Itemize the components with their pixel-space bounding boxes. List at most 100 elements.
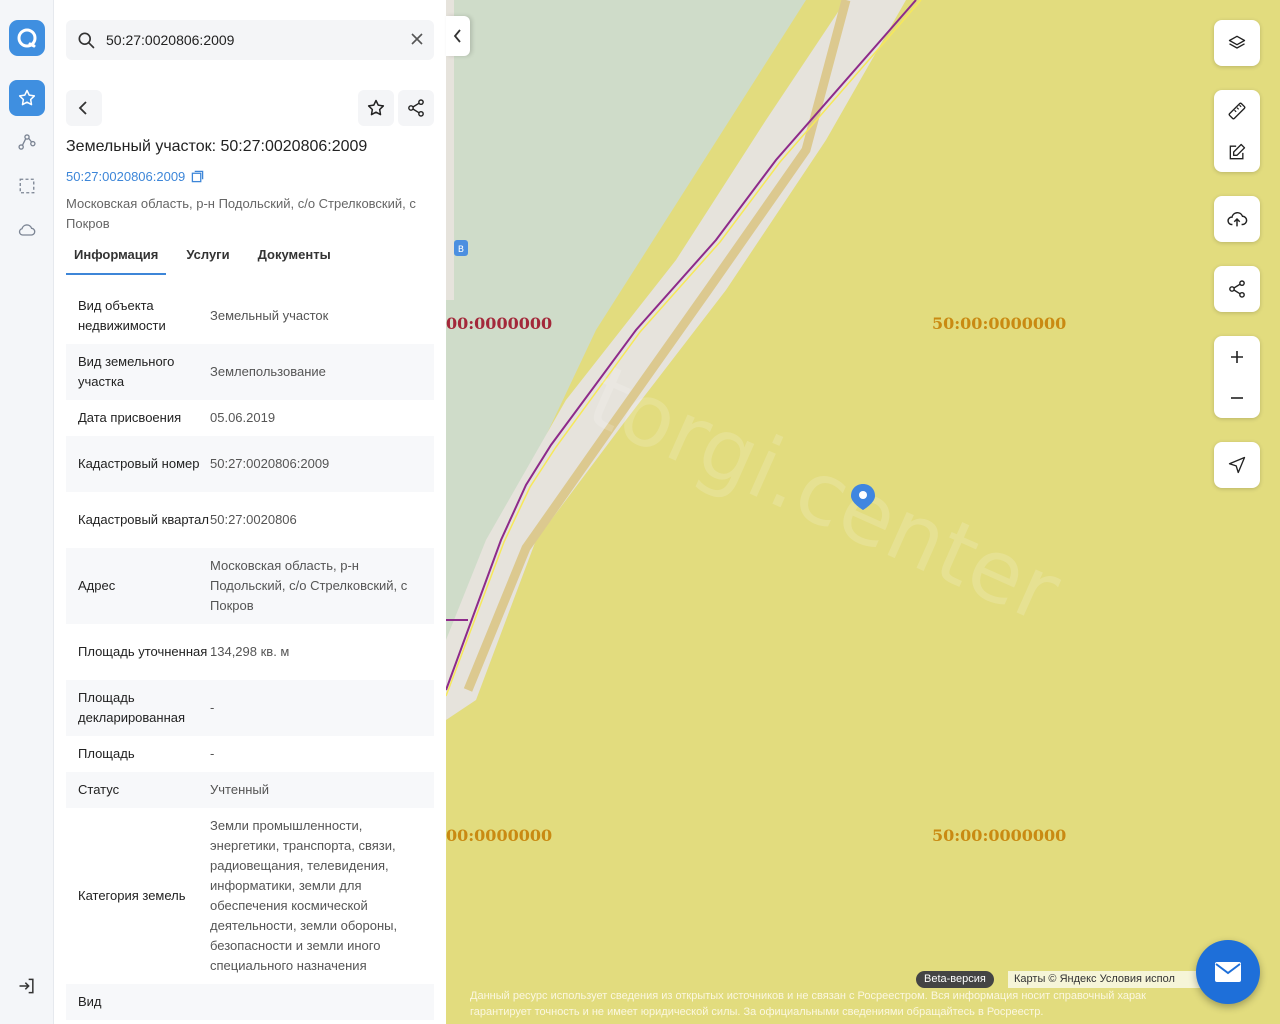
info-key: Дата присвоения <box>78 410 182 425</box>
info-value: Земли промышленности, энергетики, трансп… <box>210 818 398 973</box>
cadastral-label: 00:0000000 <box>446 314 553 333</box>
copy-icon[interactable] <box>191 170 204 183</box>
locate-control[interactable] <box>1214 442 1260 488</box>
info-key: Категория земель <box>78 888 186 903</box>
info-key: Площадь <box>78 746 135 761</box>
favorite-button[interactable] <box>358 90 394 126</box>
zoom-in-button[interactable] <box>1214 339 1260 375</box>
watermark-text: torgi.center <box>574 347 1074 643</box>
info-value: Учтенный <box>210 782 270 797</box>
disclaimer-text: Данный ресурс использует сведения из отк… <box>470 990 1146 1018</box>
edit-icon <box>1229 143 1246 159</box>
info-key: Вид <box>78 994 102 1009</box>
feedback-button[interactable] <box>1196 940 1260 1004</box>
info-row: Статус Учтенный <box>66 772 434 808</box>
svg-text:B: B <box>458 245 464 255</box>
info-value: 05.06.2019 <box>210 410 276 425</box>
info-value: 50:27:0020806 <box>210 512 297 527</box>
logout-button[interactable] <box>9 968 45 1004</box>
selection-nav-button[interactable] <box>9 168 45 204</box>
info-key: Вид земельного участка <box>78 354 175 389</box>
upload-control[interactable] <box>1214 196 1260 242</box>
map-view[interactable]: B torgi.center 00:0000000 50:00:0000000 … <box>446 0 1280 1024</box>
route-icon <box>18 134 36 150</box>
app-logo-icon[interactable] <box>9 20 45 56</box>
info-key: Кадастровый номер <box>78 456 200 471</box>
zoom-in-icon <box>1231 350 1243 363</box>
cadastral-label: 00:0000000 <box>446 826 553 845</box>
share-icon <box>408 99 424 117</box>
favorites-nav-button[interactable] <box>9 80 45 116</box>
info-key: Адрес <box>78 578 116 593</box>
chevron-left-icon <box>453 29 461 43</box>
info-row: Кадастровый номер 50:27:0020806:2009 <box>66 436 434 492</box>
info-value: Землепользование <box>210 364 326 379</box>
share-button[interactable] <box>398 90 434 126</box>
info-key: Кадастровый квартал <box>78 512 209 527</box>
cadastral-number-link[interactable]: 50:27:0020806:2009 <box>66 169 204 184</box>
upload-button[interactable] <box>1214 201 1260 237</box>
layers-button[interactable] <box>1214 25 1260 61</box>
search-input[interactable] <box>106 20 396 60</box>
object-info-panel: Земельный участок: 50:27:0020806:2009 50… <box>54 0 446 1024</box>
ruler-icon <box>1228 102 1246 119</box>
layers-icon <box>1228 35 1246 49</box>
info-key: Вид объекта недвижимости <box>78 298 166 333</box>
info-row: Вид земельного участка Землепользование <box>66 344 434 400</box>
info-key: Площадь декларированная <box>78 690 186 725</box>
share-control[interactable] <box>1214 266 1260 312</box>
zoom-out-icon <box>1231 396 1243 399</box>
tab-documents[interactable]: Документы <box>250 240 339 275</box>
share-icon <box>1229 280 1245 298</box>
info-row: Категория земель Земли промышленности, эн… <box>66 808 434 984</box>
clear-search-icon[interactable] <box>410 32 424 46</box>
info-value: - <box>210 746 215 761</box>
layers-control[interactable] <box>1214 20 1260 66</box>
info-value: 50:27:0020806:2009 <box>210 456 330 471</box>
collapse-panel-button[interactable] <box>446 16 470 56</box>
zoom-control <box>1214 336 1260 418</box>
cloud-nav-button[interactable] <box>9 212 45 248</box>
beta-badge: Beta-версия <box>916 971 994 988</box>
info-row: Площадь - <box>66 736 434 772</box>
info-row: Дата присвоения 05.06.2019 <box>66 400 434 436</box>
route-nav-button[interactable] <box>9 124 45 160</box>
info-row: Вид <box>66 984 434 1020</box>
locate-button[interactable] <box>1214 447 1260 483</box>
cadastral-number-text[interactable]: 50:27:0020806:2009 <box>66 169 185 184</box>
tools-control <box>1214 90 1260 172</box>
cadastral-label: 50:00:0000000 <box>932 826 1067 845</box>
edit-button[interactable] <box>1214 134 1260 170</box>
info-value: Московская область, р-н Подольский, с/о … <box>210 558 408 613</box>
mail-icon <box>1215 962 1241 982</box>
info-tabs: Информация Услуги Документы <box>66 240 351 276</box>
map-share-button[interactable] <box>1214 271 1260 307</box>
info-row: Адрес Московская область, р-н Подольский,… <box>66 548 434 624</box>
info-value: 134,298 кв. м <box>210 644 290 659</box>
zoom-out-button[interactable] <box>1214 380 1260 416</box>
cloud-icon <box>18 224 36 236</box>
info-table: Вид объекта недвижимости Земельный участо… <box>66 288 434 1020</box>
star-icon <box>18 89 36 106</box>
logout-icon <box>19 978 34 994</box>
upload-icon <box>1227 211 1248 227</box>
tab-services[interactable]: Услуги <box>178 240 237 275</box>
map-attribution[interactable]: Карты © Яндекс Условия испол <box>1008 971 1208 988</box>
map-background: B torgi.center <box>446 0 1075 720</box>
object-address: Московская область, р-н Подольский, с/о … <box>66 196 416 231</box>
cadastral-label: 50:00:0000000 <box>932 314 1067 333</box>
info-value: - <box>210 700 215 715</box>
info-value: Земельный участок <box>210 308 329 323</box>
locate-icon <box>1228 456 1246 474</box>
chevron-left-icon <box>78 101 87 115</box>
search-icon <box>78 32 95 49</box>
selection-icon <box>19 178 35 194</box>
star-icon <box>367 99 385 116</box>
info-row: Площадь декларированная - <box>66 680 434 736</box>
back-button[interactable] <box>66 90 102 126</box>
page-title: Земельный участок: 50:27:0020806:2009 <box>66 138 368 155</box>
info-key: Площадь уточненная <box>78 644 208 659</box>
search-bar <box>66 20 434 60</box>
tab-information[interactable]: Информация <box>66 240 167 275</box>
ruler-button[interactable] <box>1214 93 1260 129</box>
